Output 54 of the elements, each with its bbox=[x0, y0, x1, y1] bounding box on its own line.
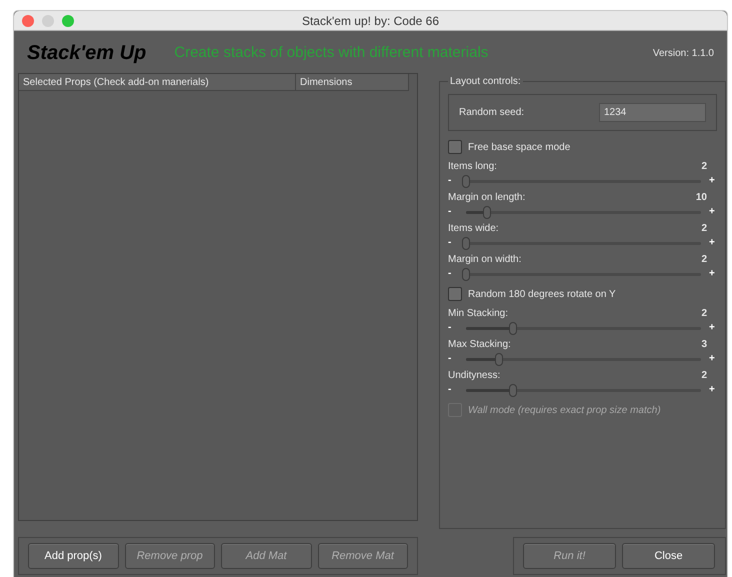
slider-value: 10 bbox=[696, 191, 707, 205]
seed-field[interactable]: 1234 bbox=[599, 103, 706, 122]
slider-label: Min Stacking: bbox=[448, 307, 508, 321]
checkbox-label: Free base space mode bbox=[468, 140, 570, 154]
plus-label: + bbox=[709, 207, 716, 217]
plus-label: + bbox=[709, 238, 716, 248]
minus-label: - bbox=[448, 385, 452, 395]
slider-thumb[interactable] bbox=[483, 206, 492, 218]
plus-label: + bbox=[709, 323, 716, 333]
column-header[interactable]: Dimensions bbox=[296, 74, 409, 90]
slider-label: Margin on width: bbox=[448, 253, 522, 267]
checkbox[interactable] bbox=[448, 140, 462, 154]
slider-label: Items long: bbox=[448, 160, 497, 174]
slider-thumb[interactable] bbox=[462, 236, 470, 250]
slider-value: 2 bbox=[701, 369, 707, 383]
slider-value: 2 bbox=[701, 253, 707, 267]
slider-thumb[interactable] bbox=[509, 384, 517, 396]
minus-label: - bbox=[448, 207, 452, 217]
plus-label: + bbox=[709, 354, 716, 364]
button[interactable]: Close bbox=[622, 543, 715, 569]
minus-label: - bbox=[448, 176, 452, 186]
minus-label: - bbox=[448, 323, 452, 333]
minimize-icon[interactable] bbox=[42, 15, 54, 27]
window-title: Stack'em up! by: Code 66 bbox=[302, 12, 440, 30]
seed-label: Random seed: bbox=[459, 106, 526, 120]
close-icon[interactable] bbox=[22, 15, 34, 27]
plus-label: + bbox=[709, 176, 716, 186]
group-title: Layout controls: bbox=[448, 74, 523, 89]
version-label: Version: 1.1.0 bbox=[652, 46, 714, 60]
slider-thumb[interactable] bbox=[462, 174, 470, 188]
slider-thumb[interactable] bbox=[494, 352, 503, 366]
app-subtitle: Create stacks of objects with different materials bbox=[174, 42, 488, 63]
slider-label: Undityness: bbox=[448, 369, 500, 383]
minus-label: - bbox=[448, 354, 452, 364]
app-title: Stack'em Up bbox=[27, 41, 146, 66]
slider-thumb[interactable] bbox=[462, 268, 470, 280]
slider-value: 2 bbox=[701, 160, 707, 174]
checkbox-label: Wall mode (requires exact prop size match) bbox=[468, 404, 661, 418]
minus-label: - bbox=[448, 238, 452, 248]
slider-thumb[interactable] bbox=[509, 322, 517, 334]
checkbox[interactable] bbox=[448, 287, 462, 301]
slider-label: Max Stacking: bbox=[448, 338, 511, 352]
checkbox-label: Random 180 degrees rotate on Y bbox=[468, 288, 616, 302]
slider-label: Items wide: bbox=[448, 222, 499, 236]
slider-value: 2 bbox=[701, 222, 707, 236]
slider-label: Margin on length: bbox=[448, 191, 526, 205]
minus-label: - bbox=[448, 269, 452, 279]
slider-value: 3 bbox=[701, 338, 707, 352]
maximize-icon[interactable] bbox=[62, 15, 74, 27]
column-header[interactable]: Selected Props (Check add-on manerials) bbox=[19, 74, 296, 90]
slider-value: 2 bbox=[701, 307, 707, 321]
plus-label: + bbox=[709, 269, 716, 279]
button[interactable]: Add prop(s) bbox=[28, 543, 118, 569]
plus-label: + bbox=[709, 385, 716, 395]
